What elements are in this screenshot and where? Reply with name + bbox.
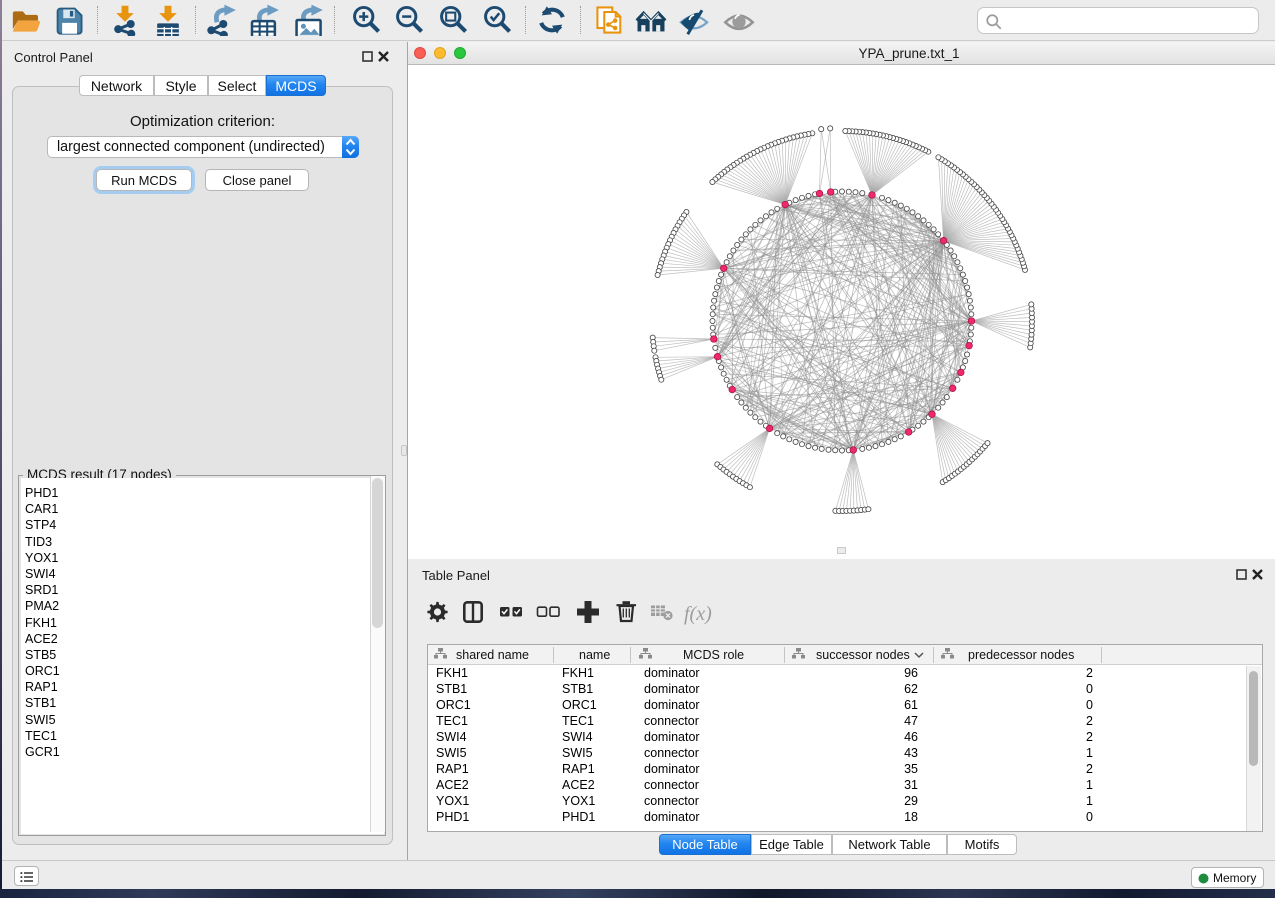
svg-text:f(x): f(x) — [684, 603, 712, 625]
